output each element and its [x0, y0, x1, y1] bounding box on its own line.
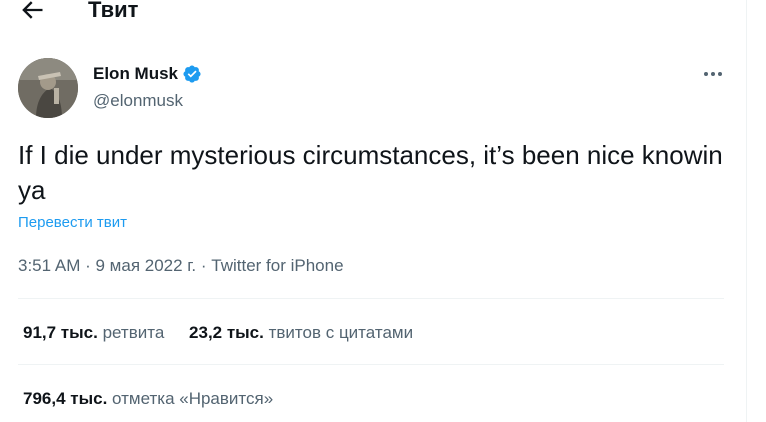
- likes-label: отметка «Нравится»: [112, 389, 274, 408]
- avatar-image: [18, 58, 78, 118]
- divider: [18, 298, 724, 299]
- page-title: Твит: [88, 0, 139, 22]
- avatar[interactable]: [18, 58, 78, 118]
- likes-count: 796,4 тыс.: [23, 389, 108, 408]
- column-border: [746, 0, 747, 422]
- tweet-time[interactable]: 3:51 AM: [18, 256, 80, 275]
- tweet-source[interactable]: Twitter for iPhone: [211, 256, 343, 275]
- verified-badge-icon: [183, 65, 201, 83]
- retweets-label: ретвита: [102, 323, 165, 342]
- tweet-header: Твит: [0, 0, 746, 26]
- tweet-meta: 3:51 AM · 9 мая 2022 г. · Twitter for iP…: [18, 255, 344, 277]
- engagement-stats: 91,7 тыс. ретвита 23,2 тыс. твитов с цит…: [23, 322, 433, 344]
- translate-tweet-link[interactable]: Перевести твит: [18, 213, 127, 233]
- meta-separator: ·: [85, 256, 96, 275]
- quotes-stat[interactable]: 23,2 тыс. твитов с цитатами: [189, 322, 413, 344]
- author-name-row: Elon Musk: [93, 63, 202, 85]
- author-name[interactable]: Elon Musk: [93, 63, 178, 85]
- likes-stat[interactable]: 796,4 тыс. отметка «Нравится»: [23, 388, 273, 410]
- meta-separator: ·: [200, 256, 212, 275]
- tweet-text: If I die under mysterious circumstances,…: [18, 140, 730, 205]
- arrow-left-icon[interactable]: [18, 0, 46, 24]
- author-handle[interactable]: @elonmusk: [93, 90, 183, 112]
- retweets-stat[interactable]: 91,7 тыс. ретвита: [23, 322, 164, 344]
- quotes-count: 23,2 тыс.: [189, 323, 264, 342]
- quotes-label: твитов с цитатами: [268, 323, 414, 342]
- retweets-count: 91,7 тыс.: [23, 323, 98, 342]
- divider: [18, 364, 724, 365]
- more-options-icon[interactable]: [700, 64, 726, 84]
- tweet-date[interactable]: 9 мая 2022 г.: [96, 256, 197, 275]
